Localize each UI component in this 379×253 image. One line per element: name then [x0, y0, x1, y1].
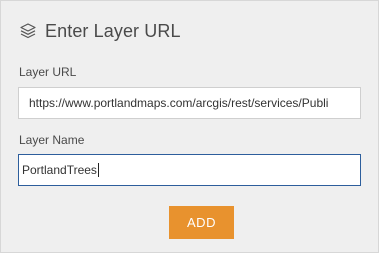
layer-url-value: https://www.portlandmaps.com/arcgis/rest… [29, 96, 329, 110]
layer-url-input[interactable]: https://www.portlandmaps.com/arcgis/rest… [18, 87, 361, 119]
panel-header: Enter Layer URL [19, 19, 181, 43]
layers-icon [19, 22, 37, 40]
text-caret [97, 163, 99, 177]
panel-title: Enter Layer URL [45, 20, 181, 41]
add-button[interactable]: ADD [169, 206, 234, 239]
layer-name-label: Layer Name [19, 133, 85, 147]
layer-url-label: Layer URL [19, 65, 77, 79]
layer-name-value: PortlandTrees [22, 163, 97, 177]
layer-name-input[interactable]: PortlandTrees [18, 154, 361, 186]
enter-layer-url-panel: Enter Layer URL Layer URL https://www.po… [0, 0, 379, 253]
